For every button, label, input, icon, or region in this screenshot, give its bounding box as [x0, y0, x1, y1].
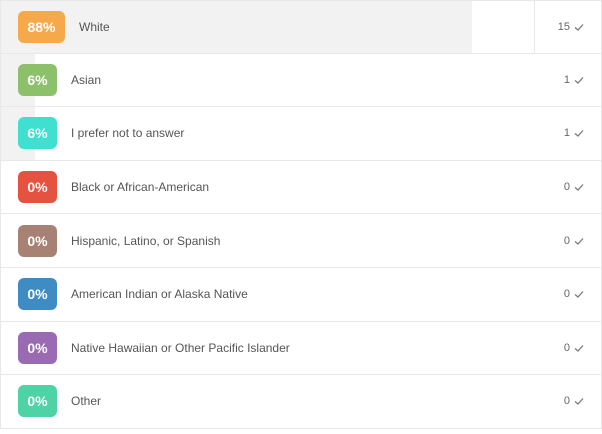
vote-count: 0: [563, 288, 570, 301]
vote-count: 0: [563, 234, 570, 247]
percent-badge: 88%: [18, 10, 65, 43]
percent-badge: 6%: [18, 117, 57, 150]
answer-label: Native Hawaiian or Other Pacific Islande…: [71, 340, 290, 355]
result-row[interactable]: 88% White 15: [0, 0, 602, 54]
check-icon: [574, 344, 584, 352]
count-cell: 0: [534, 214, 601, 267]
answer-label: Other: [71, 394, 102, 409]
vote-count: 1: [563, 127, 570, 140]
check-icon: [574, 398, 584, 406]
check-icon: [574, 237, 584, 245]
result-row[interactable]: 6% I prefer not to answer 1: [0, 107, 602, 161]
vote-count: 0: [563, 395, 570, 408]
percent-badge: 6%: [18, 63, 57, 96]
count-cell: 15: [534, 1, 601, 53]
count-cell: 0: [534, 160, 601, 214]
vote-count: 15: [557, 20, 570, 33]
count-cell: 1: [534, 107, 601, 160]
result-row[interactable]: 0% Hispanic, Latino, or Spanish 0: [0, 214, 602, 268]
percent-badge: 0%: [18, 278, 57, 311]
check-icon: [574, 76, 584, 84]
count-cell: 1: [534, 53, 601, 107]
answer-label: Asian: [71, 72, 102, 87]
answer-label: I prefer not to answer: [71, 126, 185, 141]
result-row[interactable]: 6% Asian 1: [0, 53, 602, 108]
vote-count: 0: [563, 341, 570, 354]
check-icon: [574, 184, 584, 191]
result-row[interactable]: 0% Native Hawaiian or Other Pacific Isla…: [0, 321, 602, 376]
answer-label: Hispanic, Latino, or Spanish: [71, 233, 221, 248]
count-cell: 0: [534, 375, 601, 428]
check-icon: [574, 23, 584, 31]
result-row[interactable]: 0% American Indian or Alaska Native 0: [0, 267, 602, 322]
percent-badge: 0%: [18, 224, 57, 257]
check-icon: [574, 130, 584, 138]
poll-results-list: 88% White 15 6% Asian 1 6% I prefer not …: [0, 0, 602, 434]
percent-badge: 0%: [18, 171, 57, 204]
result-bar: [1, 1, 472, 53]
answer-label: American Indian or Alaska Native: [71, 287, 248, 302]
percent-badge: 0%: [18, 385, 57, 418]
vote-count: 0: [563, 181, 570, 194]
percent-badge: 0%: [18, 331, 57, 364]
result-row[interactable]: 0% Black or African-American 0: [0, 160, 602, 215]
answer-label: Black or African-American: [71, 180, 210, 195]
check-icon: [574, 291, 584, 299]
count-cell: 0: [534, 267, 601, 321]
answer-label: White: [79, 19, 110, 34]
result-row[interactable]: 0% Other 0: [0, 375, 602, 429]
count-cell: 0: [534, 321, 601, 375]
vote-count: 1: [563, 73, 570, 86]
